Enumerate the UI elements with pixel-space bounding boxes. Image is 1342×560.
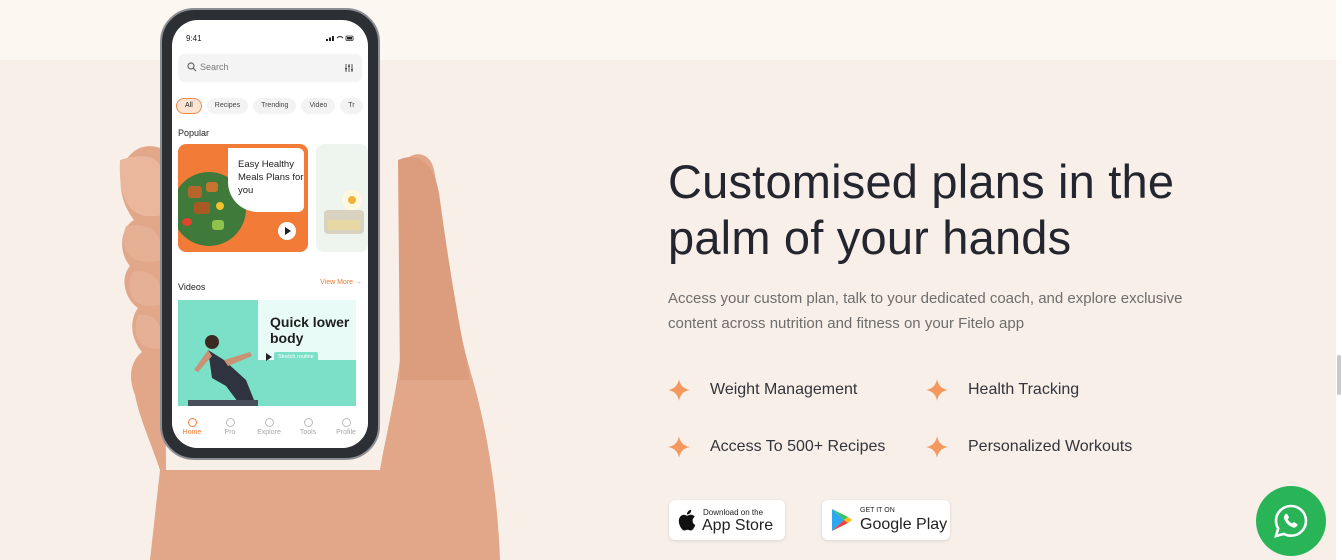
bottom-tab-bar: Home Pro Explore Tools Profile	[172, 414, 368, 448]
chip-recipes[interactable]: Recipes	[206, 98, 249, 114]
google-play-icon	[832, 509, 852, 531]
video-title: Quick lower body	[270, 314, 350, 346]
card-title: Easy Healthy Meals Plans for you	[238, 159, 304, 196]
whatsapp-button[interactable]	[1256, 486, 1326, 556]
google-play-small-text: GET IT ON	[860, 507, 895, 514]
tab-pro[interactable]: Pro	[212, 418, 248, 436]
signal-wifi-battery-icon	[326, 35, 354, 41]
app-store-button[interactable]: Download on the App Store	[669, 500, 785, 540]
video-card[interactable]: Quick lower body Stretch routine	[178, 300, 356, 406]
tools-icon	[303, 418, 313, 427]
video-badge: Stretch routine	[274, 352, 318, 362]
video-play-icon[interactable]	[266, 353, 272, 361]
search-placeholder: Search	[200, 62, 229, 72]
category-chips: All Recipes Trending Video Tr	[176, 98, 368, 118]
sparkle-icon	[926, 379, 948, 401]
sparkle-icon	[668, 436, 690, 458]
search-input[interactable]: Search	[178, 54, 362, 82]
scrollbar-track[interactable]	[1336, 0, 1342, 560]
phone-mockup: 9:41 Search All Recipes Trending Video Tr Po…	[160, 8, 380, 460]
chip-trending[interactable]: Trending	[253, 98, 297, 114]
feature-label: Access To 500+ Recipes	[710, 438, 886, 455]
google-play-label: Google Play	[860, 516, 948, 533]
app-store-label: App Store	[702, 517, 774, 534]
tab-explore[interactable]: Explore	[251, 418, 287, 436]
filter-icon[interactable]	[344, 63, 354, 73]
sparkle-icon	[668, 379, 690, 401]
chip-video[interactable]: Video	[301, 98, 336, 114]
apple-icon	[678, 509, 696, 531]
feature-label: Personalized Workouts	[968, 438, 1133, 455]
feature-label: Weight Management	[710, 381, 858, 398]
feature-label: Health Tracking	[968, 381, 1080, 398]
section-popular: Popular	[178, 128, 210, 138]
phone-screen: 9:41 Search All Recipes Trending Video Tr Po…	[172, 20, 368, 448]
hero-headline: Customised plans in the palm of your han…	[668, 155, 1175, 264]
scrollbar-thumb[interactable]	[1337, 355, 1341, 395]
popular-card-partial[interactable]	[316, 144, 368, 252]
search-icon	[187, 62, 197, 72]
app-store-small-text: Download on the	[703, 508, 764, 517]
google-play-button[interactable]: GET IT ON Google Play	[822, 500, 950, 540]
profile-icon	[341, 418, 351, 427]
chip-all[interactable]: All	[176, 98, 202, 114]
tab-home[interactable]: Home	[174, 418, 210, 436]
home-icon	[187, 418, 197, 427]
popular-card[interactable]: Easy Healthy Meals Plans for you	[178, 144, 308, 252]
chip-truncated[interactable]: Tr	[340, 98, 363, 114]
stretching-woman-image	[188, 335, 258, 406]
whatsapp-icon	[1274, 504, 1308, 538]
hero-description: Access your custom plan, talk to your de…	[668, 290, 1183, 332]
sparkle-icon	[926, 436, 948, 458]
view-more-link[interactable]: View More →	[320, 279, 362, 286]
section-videos: Videos	[178, 282, 206, 292]
status-time: 9:41	[186, 34, 202, 43]
food-plate-image	[324, 190, 364, 234]
compass-icon	[264, 418, 274, 427]
tab-profile[interactable]: Profile	[328, 418, 364, 436]
tab-tools[interactable]: Tools	[290, 418, 326, 436]
play-icon[interactable]	[278, 222, 296, 240]
pro-icon	[225, 418, 235, 427]
